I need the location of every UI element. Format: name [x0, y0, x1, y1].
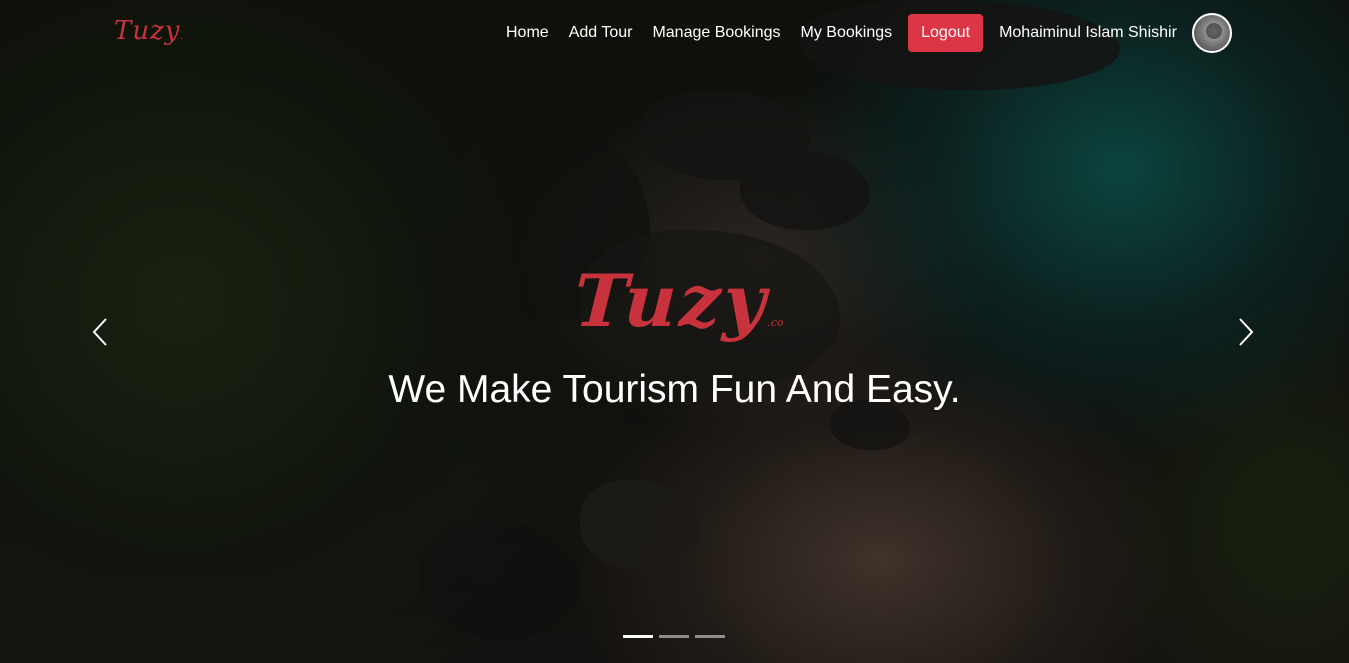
nav-link-manage-bookings[interactable]: Manage Bookings	[642, 24, 790, 42]
brand-logo[interactable]: Tuzy.	[114, 16, 184, 46]
brand-suffix: .	[180, 32, 185, 42]
nav-link-home[interactable]: Home	[496, 24, 559, 42]
avatar[interactable]	[1192, 13, 1232, 53]
nav-link-my-bookings[interactable]: My Bookings	[791, 24, 903, 42]
carousel-indicator[interactable]	[695, 635, 725, 638]
carousel-indicators	[623, 635, 725, 638]
navbar: Tuzy. Home Add Tour Manage Bookings My B…	[0, 0, 1349, 66]
nav-link-add-tour[interactable]: Add Tour	[559, 24, 643, 42]
hero-logo-suffix: .co	[766, 316, 784, 329]
hero-tagline: We Make Tourism Fun And Easy.	[388, 368, 961, 411]
logout-button[interactable]: Logout	[908, 14, 984, 52]
nav-links: Home Add Tour Manage Bookings My Booking…	[496, 14, 1177, 52]
carousel-prev-button[interactable]	[80, 312, 120, 352]
chevron-left-icon	[92, 318, 107, 346]
hero-logo-text: Tuzy	[572, 258, 771, 343]
hero-logo: Tuzy.co	[571, 258, 786, 358]
user-name: Mohaiminul Islam Shishir	[999, 24, 1177, 41]
chevron-right-icon	[1239, 318, 1254, 346]
carousel-next-button[interactable]	[1226, 312, 1266, 352]
brand-text: Tuzy	[114, 16, 181, 46]
carousel-indicator[interactable]	[623, 635, 653, 638]
carousel-indicator[interactable]	[659, 635, 689, 638]
